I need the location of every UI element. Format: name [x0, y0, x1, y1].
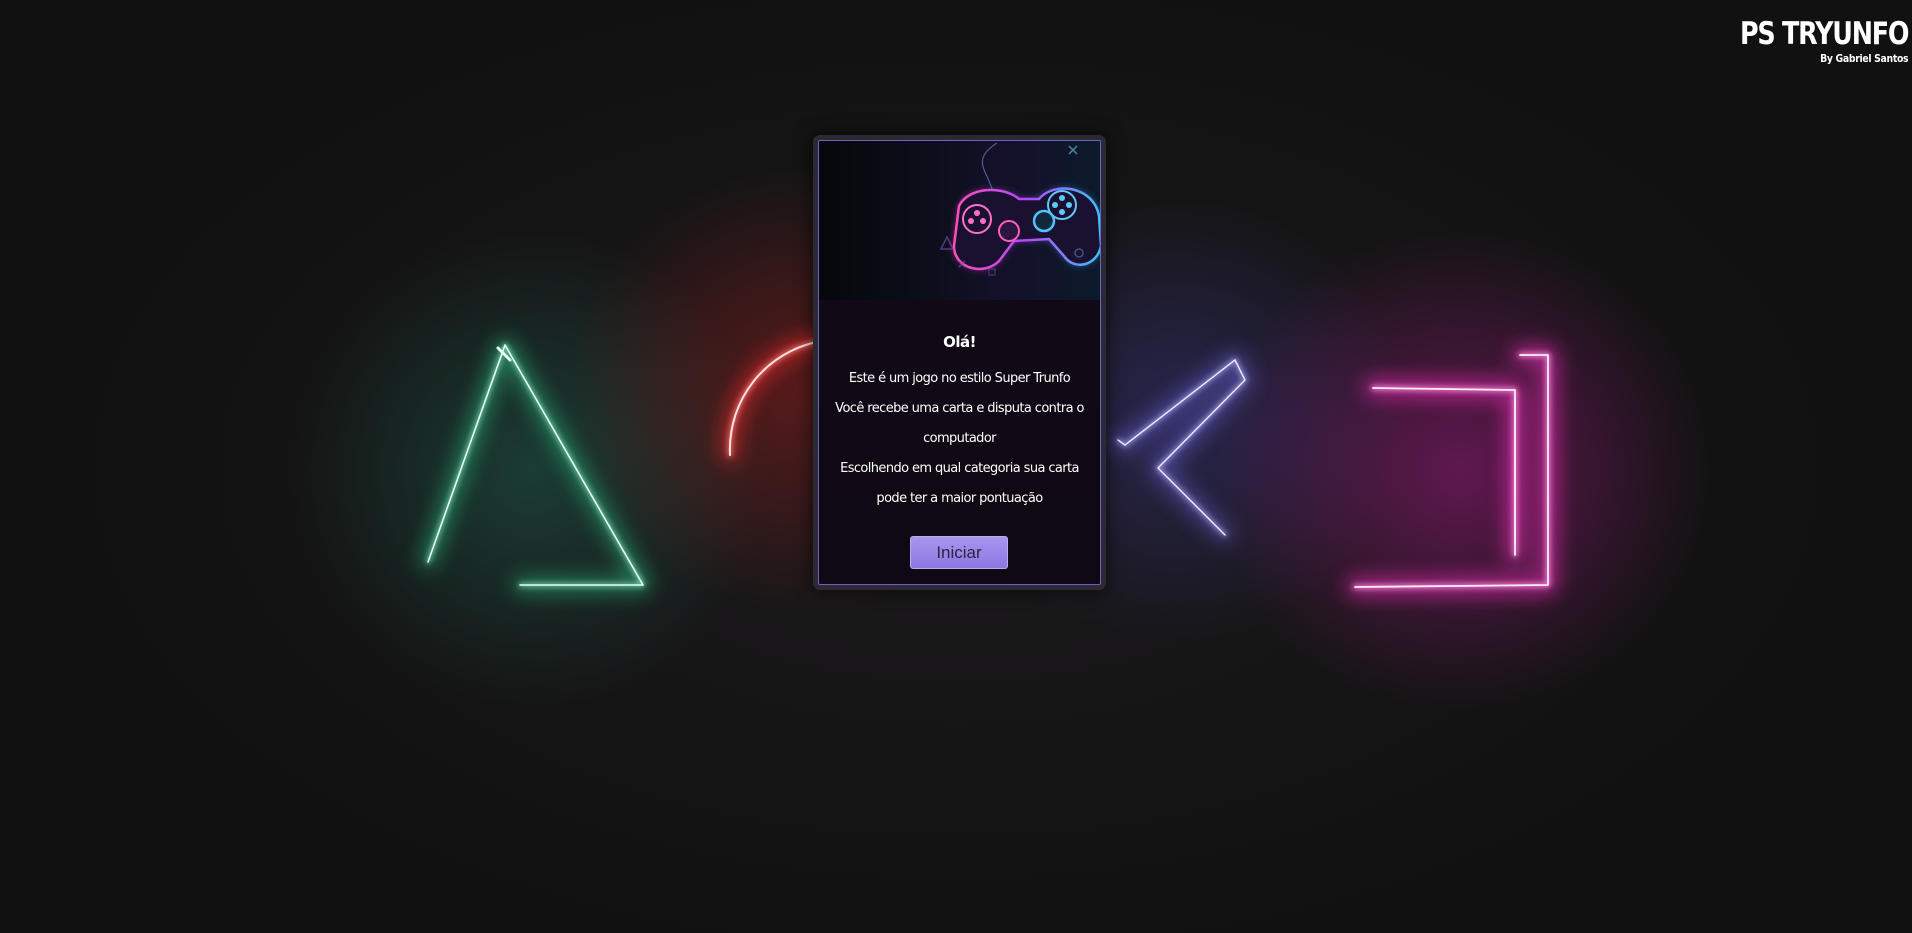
app-title: PS TRYUNFO [1739, 16, 1910, 52]
description-line: Este é um jogo no estilo Super Trunfo [848, 371, 1071, 386]
start-button[interactable]: Iniciar [910, 536, 1008, 569]
gamepad-illustration [819, 141, 1100, 300]
author-credit: By Gabriel Santos [1819, 52, 1909, 65]
game-screen: PS TRYUNFO By Gabriel Santos Olá! Este é… [0, 0, 1912, 933]
description-line: Você recebe uma carta e disputa contra o… [835, 401, 1084, 446]
gamepad-icon [939, 142, 1100, 276]
welcome-card: Olá! Este é um jogo no estilo Super Trun… [813, 135, 1106, 590]
brand: PS TRYUNFO By Gabriel Santos [1703, 16, 1910, 66]
welcome-card-inner: Olá! Este é um jogo no estilo Super Trun… [818, 140, 1101, 585]
greeting-heading: Olá! [943, 333, 976, 351]
game-description: Este é um jogo no estilo Super Trunfo Vo… [827, 364, 1092, 514]
welcome-card-body: Olá! Este é um jogo no estilo Super Trun… [819, 300, 1100, 514]
description-line: Escolhendo em qual categoria sua carta p… [840, 461, 1079, 506]
